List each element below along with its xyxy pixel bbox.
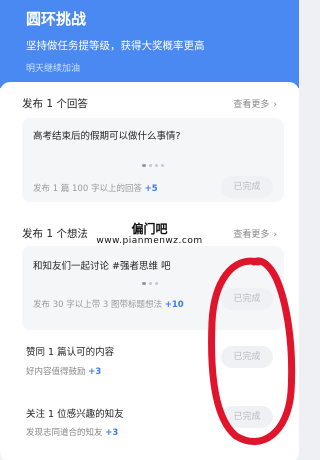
carousel-dot (149, 282, 152, 285)
task-desc-upvote: 好内容值得鼓励 +3 (26, 365, 101, 377)
carousel-dots (142, 282, 158, 285)
task-desc-text: 发布 1 篇 100 字以上的回答 (33, 184, 142, 194)
carousel-dots (142, 164, 164, 167)
task-title-idea: 发布 1 个想法 (22, 228, 88, 240)
answer-task-box[interactable]: 高考结束后的假期可以做什么事情? 发布 1 篇 100 字以上的回答 +5 已完… (22, 118, 284, 202)
task-desc-text: 好内容值得鼓励 (26, 367, 86, 377)
banner-title: 圆环挑战 (26, 10, 87, 28)
view-more-idea-link[interactable]: 查看更多 › (233, 227, 277, 240)
points-badge: +3 (105, 428, 119, 438)
carousel-dot (161, 164, 164, 167)
challenge-banner: 圆环挑战 坚持做任务提等级，获得大奖概率更高 明天继续加油 (0, 0, 299, 88)
chevron-right-icon: › (273, 230, 277, 240)
task-title-upvote: 赞同 1 篇认可的内容 (26, 347, 115, 358)
task-title-follow: 关注 1 位感兴趣的知友 (26, 409, 124, 420)
view-more-label: 查看更多 (233, 100, 270, 110)
view-more-label: 查看更多 (233, 230, 270, 240)
completed-button[interactable]: 已完成 (221, 176, 273, 198)
completed-button[interactable]: 已完成 (221, 406, 273, 428)
task-desc-idea: 发布 30 字以上带 3 图带标题想法 +10 (33, 298, 184, 310)
task-desc-answer: 发布 1 篇 100 字以上的回答 +5 (33, 182, 158, 194)
view-more-answer-link[interactable]: 查看更多 › (233, 97, 277, 110)
carousel-dot (155, 164, 158, 167)
chevron-right-icon: › (273, 100, 277, 110)
task-title-answer: 发布 1 个回答 (22, 98, 88, 110)
task-list-card: 发布 1 个回答 查看更多 › 高考结束后的假期可以做什么事情? 发布 1 篇 1… (0, 82, 299, 460)
completed-button[interactable]: 已完成 (221, 346, 273, 368)
carousel-dot (149, 164, 152, 167)
completed-button[interactable]: 已完成 (221, 288, 273, 310)
carousel-dot-active (142, 282, 146, 285)
question-text: 高考结束后的假期可以做什么事情? (33, 131, 181, 142)
idea-prompt-text: 和知友们一起讨论 #强者思维 吧 (33, 261, 171, 272)
points-badge: +3 (88, 367, 102, 377)
points-badge: +10 (164, 300, 184, 310)
banner-hint: 明天继续加油 (26, 64, 81, 74)
carousel-dot-active (142, 164, 146, 167)
points-badge: +5 (144, 184, 158, 194)
task-desc-follow: 发现志同道合的知友 +3 (26, 426, 118, 438)
task-desc-text: 发布 30 字以上带 3 图带标题想法 (33, 300, 163, 310)
banner-subtitle: 坚持做任务提等级，获得大奖概率更高 (26, 40, 205, 52)
carousel-dot (155, 282, 158, 285)
task-desc-text: 发现志同道合的知友 (26, 428, 103, 438)
idea-task-box[interactable]: 和知友们一起讨论 #强者思维 吧 发布 30 字以上带 3 图带标题想法 +10… (22, 246, 284, 330)
